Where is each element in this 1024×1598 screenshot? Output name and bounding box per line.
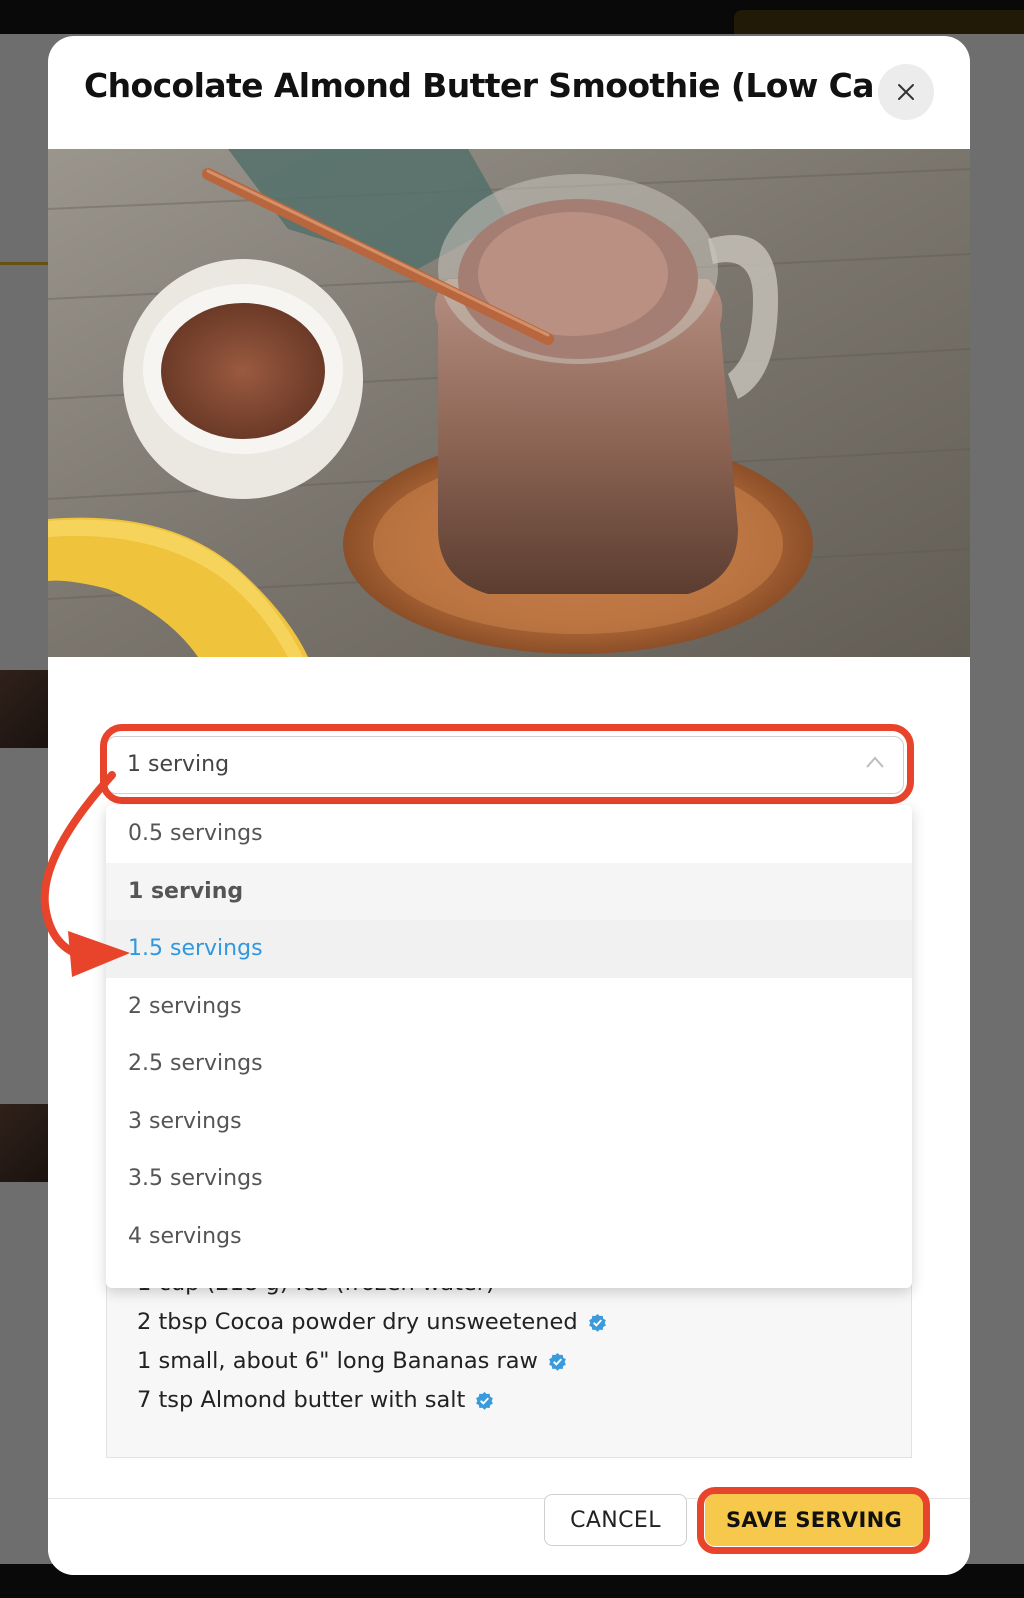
modal-title: Chocolate Almond Butter Smoothie (Low Ca… [84, 66, 874, 105]
dropdown-option[interactable]: 4 servings [106, 1208, 912, 1266]
dropdown-option[interactable]: 3.5 servings [106, 1150, 912, 1208]
annotation-highlight-save [697, 1487, 930, 1554]
ingredient-text: 7 tsp Almond butter with salt [137, 1387, 466, 1413]
recipe-image [48, 149, 970, 657]
dropdown-option[interactable]: 2.5 servings [106, 1035, 912, 1093]
verified-badge-icon [476, 1391, 494, 1410]
cancel-button[interactable]: CANCEL [544, 1494, 687, 1546]
annotation-arrow-icon [40, 771, 130, 977]
ingredient-text: 1 small, about 6" long Bananas raw [137, 1348, 538, 1374]
verified-badge-icon [549, 1352, 566, 1371]
ingredient-item: 7 tsp Almond butter with salt [137, 1387, 494, 1413]
dropdown-option[interactable]: 2 servings [106, 978, 912, 1036]
close-button[interactable] [878, 64, 934, 120]
serving-dropdown: 0.5 servings 1 serving 1.5 servings 2 servi… [106, 805, 912, 1288]
close-icon [898, 84, 914, 100]
annotation-highlight-select [100, 724, 914, 804]
dropdown-option[interactable]: 1.5 servings [106, 920, 912, 978]
dropdown-option[interactable]: 3 servings [106, 1093, 912, 1151]
ingredient-text: 2 tbsp Cocoa powder dry unsweetened [137, 1309, 578, 1335]
dropdown-option[interactable]: 0.5 servings [106, 805, 912, 863]
verified-badge-icon [588, 1313, 606, 1332]
ingredient-item: 1 small, about 6" long Bananas raw [137, 1348, 567, 1374]
dropdown-option[interactable]: 1 serving [106, 862, 912, 920]
ingredient-item: 2 tbsp Cocoa powder dry unsweetened [137, 1309, 607, 1335]
